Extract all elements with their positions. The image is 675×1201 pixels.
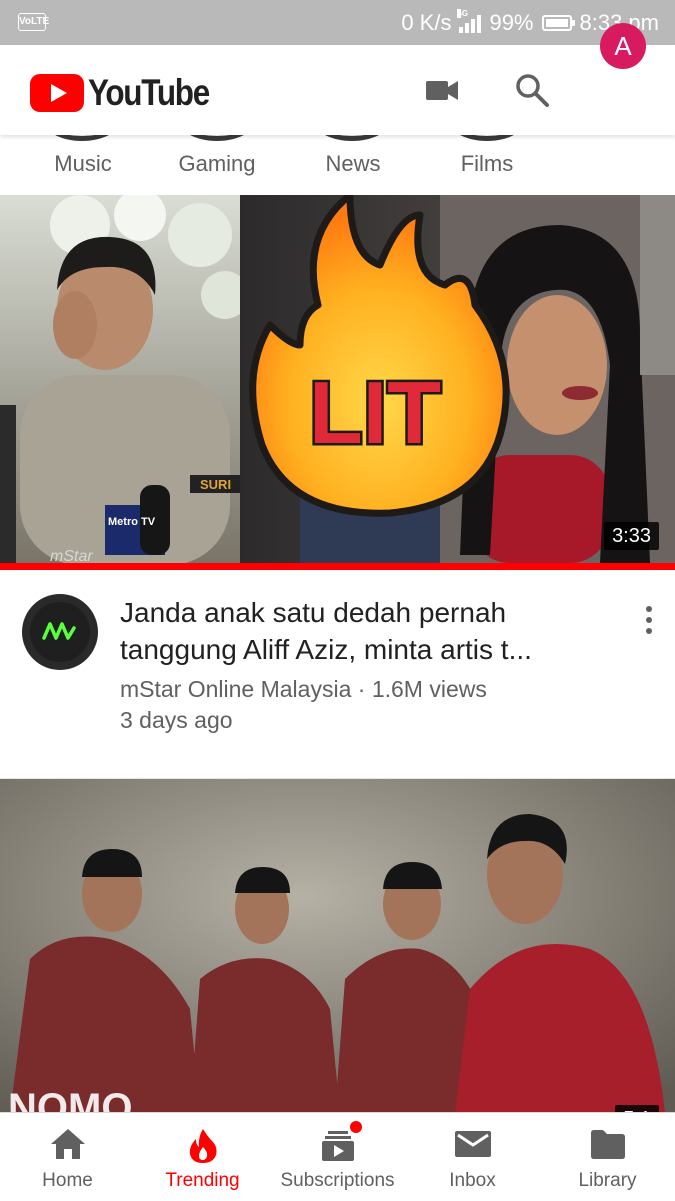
- mstar-logo: mStar: [50, 548, 93, 563]
- video-thumbnail[interactable]: NOMO 5:1: [0, 778, 675, 1113]
- mstar-channel-icon: [30, 602, 90, 662]
- logo-text: YouTube: [88, 72, 210, 113]
- account-avatar[interactable]: A: [600, 23, 646, 69]
- nav-label: Subscriptions: [280, 1170, 395, 1191]
- trending-flame-icon: [189, 1129, 216, 1163]
- category-bar: Music Gaming News Films: [0, 135, 675, 196]
- status-bar: VoLTE 0 K/s 4G 99% 8:33 pm: [0, 0, 675, 45]
- inbox-mail-icon: [454, 1131, 491, 1157]
- channel-name[interactable]: mStar Online Malaysia: [120, 676, 351, 702]
- suri-logo: SURI: [200, 477, 231, 492]
- video-camera-icon[interactable]: [422, 70, 462, 110]
- battery-percent: 99%: [489, 9, 534, 35]
- more-options-icon[interactable]: [636, 606, 662, 636]
- home-icon: [50, 1129, 85, 1159]
- video-meta: mStar Online Malaysia · 1.6M views 3 day…: [120, 674, 487, 736]
- youtube-play-icon: [30, 74, 84, 112]
- thumbnail-image: NOMO: [0, 779, 675, 1113]
- nav-inbox[interactable]: Inbox: [405, 1113, 540, 1201]
- upload-age: 3 days ago: [120, 707, 233, 733]
- youtube-logo[interactable]: YouTube: [30, 72, 230, 114]
- category-gaming[interactable]: Gaming: [162, 151, 272, 177]
- network-speed: 0 K/s: [401, 9, 452, 35]
- thumbnail-caption: NOMO: [8, 1086, 132, 1113]
- nav-subscriptions[interactable]: Subscriptions: [270, 1113, 405, 1201]
- nav-trending[interactable]: Trending: [135, 1113, 270, 1201]
- signal-icon: 4G: [457, 8, 482, 33]
- app-bar: YouTube: [0, 45, 675, 135]
- category-music[interactable]: Music: [28, 151, 138, 177]
- thumbnail-image: LIT SURI Metro TV mStar: [0, 195, 675, 563]
- avatar-letter: A: [614, 31, 632, 61]
- network-type: 4G: [457, 8, 469, 18]
- video-duration: 3:33: [604, 522, 659, 550]
- nav-label: Trending: [165, 1170, 240, 1191]
- nav-library[interactable]: Library: [540, 1113, 675, 1201]
- view-count: 1.6M views: [371, 676, 487, 702]
- bottom-navigation: Home Trending Subscriptions Inbox Librar…: [0, 1112, 675, 1201]
- category-films[interactable]: Films: [432, 151, 542, 177]
- notification-dot: [348, 1119, 364, 1135]
- video-thumbnail[interactable]: LIT SURI Metro TV mStar 3:33: [0, 195, 675, 563]
- library-folder-icon: [590, 1130, 625, 1159]
- channel-avatar[interactable]: [22, 594, 98, 670]
- lit-sticker-text: LIT: [309, 363, 441, 462]
- battery-icon: [541, 14, 575, 31]
- nav-label: Library: [578, 1170, 637, 1191]
- nav-label: Home: [42, 1170, 93, 1191]
- volte-icon: VoLTE: [18, 13, 49, 31]
- watch-progress-bar: [0, 563, 675, 570]
- metro-tv-logo: Metro TV: [108, 516, 156, 528]
- nav-label: Inbox: [449, 1170, 496, 1191]
- category-news[interactable]: News: [298, 151, 408, 177]
- search-icon[interactable]: [512, 70, 552, 110]
- video-title[interactable]: Janda anak satu dedah pernah tanggung Al…: [120, 594, 600, 668]
- nav-home[interactable]: Home: [0, 1113, 135, 1201]
- video-info[interactable]: Janda anak satu dedah pernah tanggung Al…: [0, 570, 675, 775]
